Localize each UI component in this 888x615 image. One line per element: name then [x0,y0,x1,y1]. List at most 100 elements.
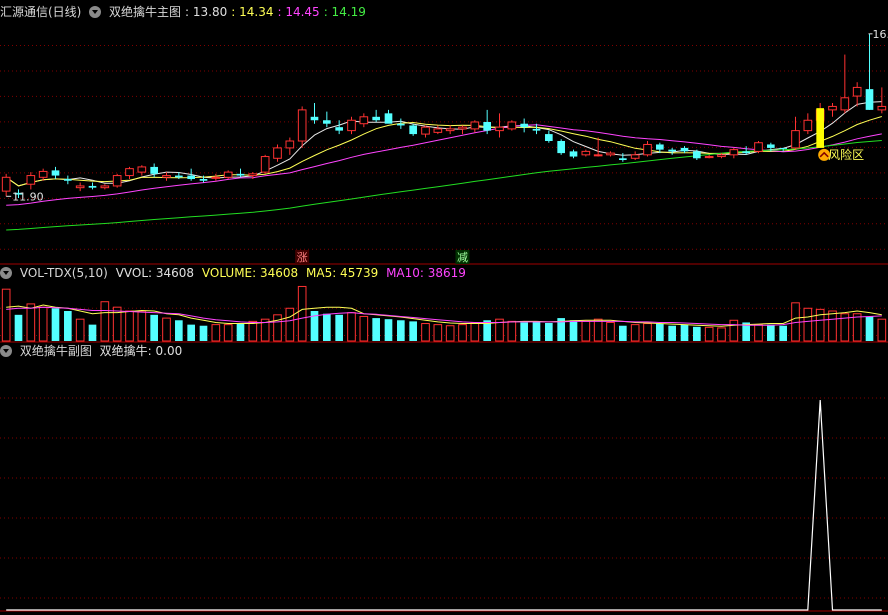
volume-bar [779,325,787,341]
candle-body [26,175,36,185]
volume-bar [347,312,356,342]
candle-body [754,142,763,152]
candle-body [606,152,615,156]
candle-body [557,141,565,154]
ma20-line [6,124,882,206]
volume-bar [397,320,405,341]
candle-body [656,144,664,150]
candle-body [409,125,417,135]
volume-bar [38,306,48,342]
volume-bar [643,323,652,342]
candle-body [569,151,578,157]
volume-bar [729,319,739,342]
volume-bar [828,310,837,342]
candle-body [458,126,467,130]
candle-body [248,173,258,177]
volume-bar [619,325,627,341]
sub-indicator-name: 双绝擒牛副图 [19,344,92,358]
volume-ma5-value: MA5: 45739 [306,266,379,280]
candle-body [260,156,270,173]
volume-bar [507,320,517,342]
volume-bar [1,288,11,342]
volume-panel-header: VOL-TDX(5,10) VVOL: 34608 VOLUME: 34608 … [0,265,470,281]
volume-bar [175,320,183,341]
candle-body [125,168,134,177]
candle-body [704,156,714,159]
candle-body [779,147,787,149]
candle-body [335,127,343,131]
candle-body [397,123,405,126]
volume-bar [877,318,887,342]
collapse-arrow-icon[interactable] [0,267,12,279]
sub-indicator-value: 双绝擒牛: 0.00 [99,344,183,358]
candle-body [285,140,295,149]
main-value-4: : 14.19 [323,5,366,19]
candle-body [175,175,183,178]
collapse-arrow-icon[interactable] [0,345,12,357]
volume-bar [26,303,36,342]
zhang-label: 涨 [297,251,308,264]
volume-bar [520,322,528,341]
candle-body [852,86,862,97]
candle-body [297,109,307,142]
jian-label: 减 [457,251,468,264]
candle-body [187,175,195,180]
candle-body [495,126,504,132]
volume-bar [704,326,714,342]
volume-bar [236,323,245,341]
volume-bar [137,310,147,342]
candle-body [384,113,393,124]
candle-body [100,185,110,189]
volume-bar [445,325,455,342]
signal-line [6,399,882,611]
collapse-arrow-icon[interactable] [89,6,102,18]
chart-svg: 16.6 11.90 涨 减 风险区 [0,28,888,612]
candle-body [137,166,147,173]
volume-bar [248,320,258,342]
volume-bar [150,314,158,341]
candle-body [791,130,800,149]
candle-body [38,170,48,178]
volume-bar [335,314,343,341]
volume-bar [767,324,775,341]
candle-body [593,154,603,157]
candle-body [630,154,640,159]
candle-body [433,128,443,133]
volume-bar [409,321,417,341]
candle-body [865,89,874,110]
signal-highlight-bar [816,108,824,148]
volume-ma10-value: MA10: 38619 [386,266,466,280]
low-price-label: 11.90 [12,190,44,203]
volume-bar [14,314,23,341]
vvol-value: VVOL: 34608 [115,266,195,280]
volume-bar [717,327,726,342]
candle-body [742,151,750,154]
volume-bar [285,307,295,342]
candle-body [273,147,282,159]
volume-bar [51,308,60,341]
candle-body [112,175,122,187]
candle-body [162,175,171,178]
high-price-label: 16.6 [873,28,888,41]
candle-body [581,150,591,156]
volume-bar [630,324,640,342]
volume-bar [803,307,813,342]
main-value-1: : 13.80 [185,5,228,19]
candle-body [199,179,208,181]
volume-bar [458,324,467,342]
volume-bar [433,324,443,342]
volume-bar [852,313,862,342]
volume-bar [656,323,664,341]
volume-bar [545,323,553,341]
volume-indicator-name: VOL-TDX(5,10) [19,266,108,280]
volume-value: VOLUME: 34608 [201,266,299,280]
volume-bar [223,324,233,342]
candle-body [828,105,837,111]
volume-bar [359,315,369,342]
candle-body [88,185,97,188]
volume-bar [668,325,676,341]
candle-body [729,149,739,156]
main-indicator-name: 双绝擒牛主图 [109,5,182,19]
volume-bar [100,301,110,342]
volume-bar [680,324,689,341]
